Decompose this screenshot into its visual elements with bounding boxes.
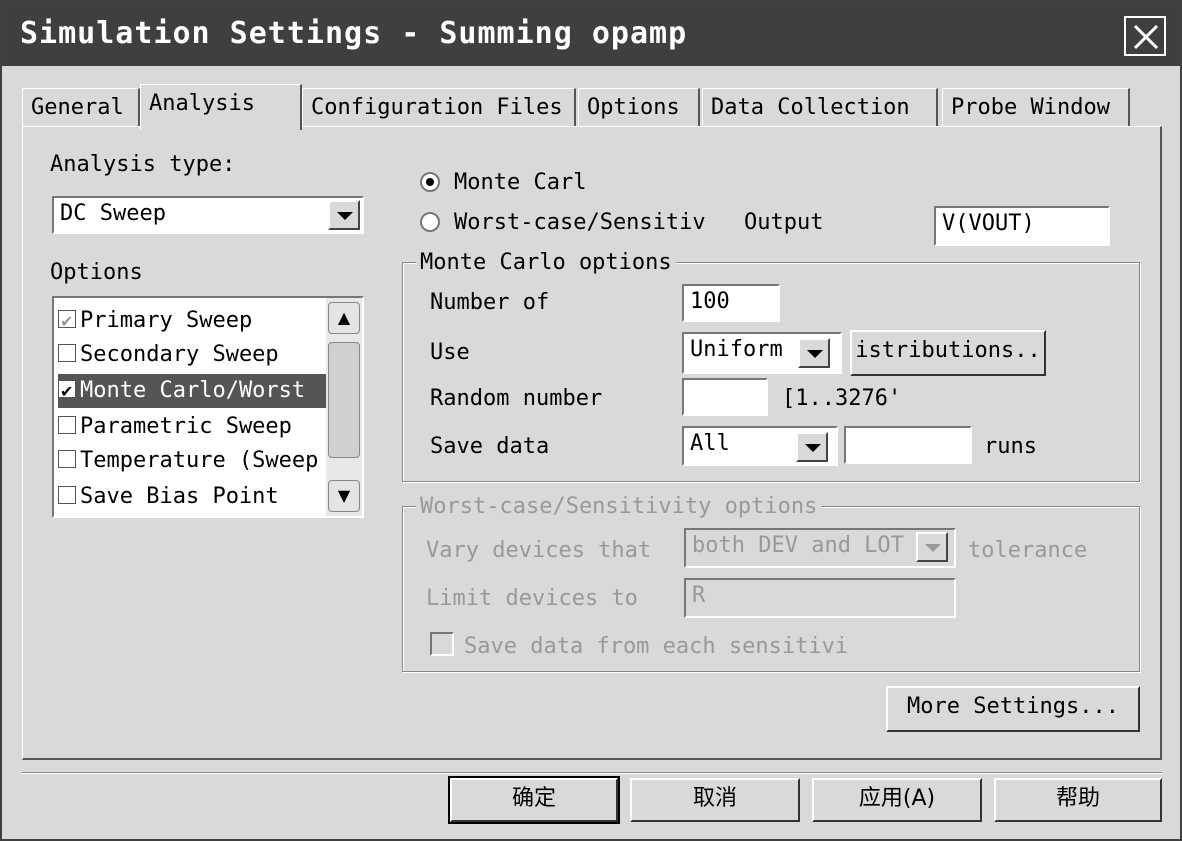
simulation-settings-dialog: Simulation Settings - Summing opamp Gene… [0, 0, 1182, 841]
chevron-down-icon [925, 544, 941, 552]
limit-devices-input[interactable]: R [684, 578, 956, 618]
checkbox-icon[interactable] [58, 416, 76, 434]
apply-button[interactable]: 应用(A) [812, 778, 982, 822]
save-each-sensitivity-checkbox[interactable] [430, 632, 454, 656]
window-title: Simulation Settings - Summing opamp [20, 16, 688, 51]
checkbox-icon[interactable] [58, 344, 76, 362]
vary-devices-label: Vary devices that [426, 538, 652, 563]
scroll-thumb[interactable] [328, 342, 360, 458]
tab-configuration-files[interactable]: Configuration Files [302, 88, 576, 128]
tab-general[interactable]: General [22, 88, 140, 128]
number-of-runs-input[interactable]: 100 [682, 284, 780, 322]
limit-devices-label: Limit devices to [426, 586, 638, 611]
tab-data-collection[interactable]: Data Collection [702, 88, 938, 128]
checkbox-icon[interactable] [58, 375, 76, 408]
tab-analysis[interactable]: Analysis [140, 84, 302, 130]
random-number-seed-input[interactable] [682, 378, 768, 416]
close-icon [1133, 24, 1159, 50]
tab-strip: General Analysis Configuration Files Opt… [22, 84, 1162, 130]
monte-carlo-options-title: Monte Carlo options [416, 250, 676, 275]
use-distribution-label: Use [430, 340, 470, 365]
cancel-button[interactable]: 取消 [630, 778, 800, 822]
save-data-label: Save data [430, 434, 550, 459]
analysis-type-dropdown-button[interactable] [328, 200, 360, 230]
monte-carlo-radio[interactable] [420, 172, 440, 192]
analysis-type-label: Analysis type: [50, 152, 236, 177]
ok-button[interactable]: 确定 [448, 776, 620, 824]
chevron-down-icon [805, 444, 821, 452]
scroll-up-icon[interactable]: ▲ [328, 302, 360, 334]
chevron-down-icon [807, 350, 823, 358]
list-item[interactable]: Temperature (Sweep [58, 444, 328, 478]
save-runs-input[interactable] [844, 426, 972, 464]
runs-label: runs [984, 434, 1037, 459]
list-item[interactable]: Parametric Sweep [58, 410, 328, 444]
checkbox-icon[interactable] [58, 450, 76, 468]
save-data-dropdown-button[interactable] [796, 432, 828, 462]
options-list[interactable]: Primary Sweep Secondary Sweep Monte Carl… [52, 296, 364, 518]
chevron-down-icon [337, 212, 353, 220]
analysis-type-select[interactable]: DC Sweep [52, 196, 364, 234]
worst-case-options-title: Worst-case/Sensitivity options [416, 494, 822, 519]
distribution-dropdown-button[interactable] [798, 338, 830, 368]
radio-dot-icon [426, 178, 434, 186]
output-variable-input[interactable]: V(VOUT) [934, 206, 1110, 246]
list-item[interactable]: Save Bias Point [58, 480, 328, 514]
list-item[interactable]: Monte Carlo/Worst [58, 374, 328, 408]
worst-case-radio-label: Worst-case/Sensitiv [454, 210, 706, 235]
random-number-seed-label: Random number [430, 386, 603, 411]
options-label: Options [50, 260, 143, 285]
save-each-sensitivity-label: Save data from each sensitivi [464, 634, 849, 659]
monte-carlo-radio-label: Monte Carl [454, 170, 587, 195]
tab-probe-window[interactable]: Probe Window [942, 88, 1130, 128]
list-item[interactable]: Primary Sweep [58, 304, 328, 338]
options-scrollbar[interactable]: ▲ ▼ [326, 298, 362, 516]
tab-options[interactable]: Options [578, 88, 700, 128]
worst-case-radio[interactable] [420, 212, 440, 232]
tolerance-label: tolerance [968, 538, 1088, 563]
analysis-type-value: DC Sweep [60, 201, 166, 226]
title-bar[interactable]: Simulation Settings - Summing opamp [2, 2, 1180, 66]
help-button[interactable]: 帮助 [994, 778, 1162, 822]
scroll-down-icon[interactable]: ▼ [328, 480, 360, 512]
divider [22, 772, 1162, 774]
output-variable-label: Output [744, 210, 824, 235]
checkbox-icon[interactable] [58, 305, 76, 338]
checkbox-icon[interactable] [58, 486, 76, 504]
more-settings-button[interactable]: More Settings... [886, 686, 1140, 732]
list-item[interactable]: Secondary Sweep [58, 338, 328, 372]
random-number-range: [1..3276' [782, 386, 902, 411]
close-button[interactable] [1124, 16, 1166, 56]
number-of-runs-label: Number of [430, 290, 550, 315]
vary-devices-dropdown-button[interactable] [916, 532, 948, 562]
distributions-button[interactable]: istributions.. [850, 330, 1046, 376]
